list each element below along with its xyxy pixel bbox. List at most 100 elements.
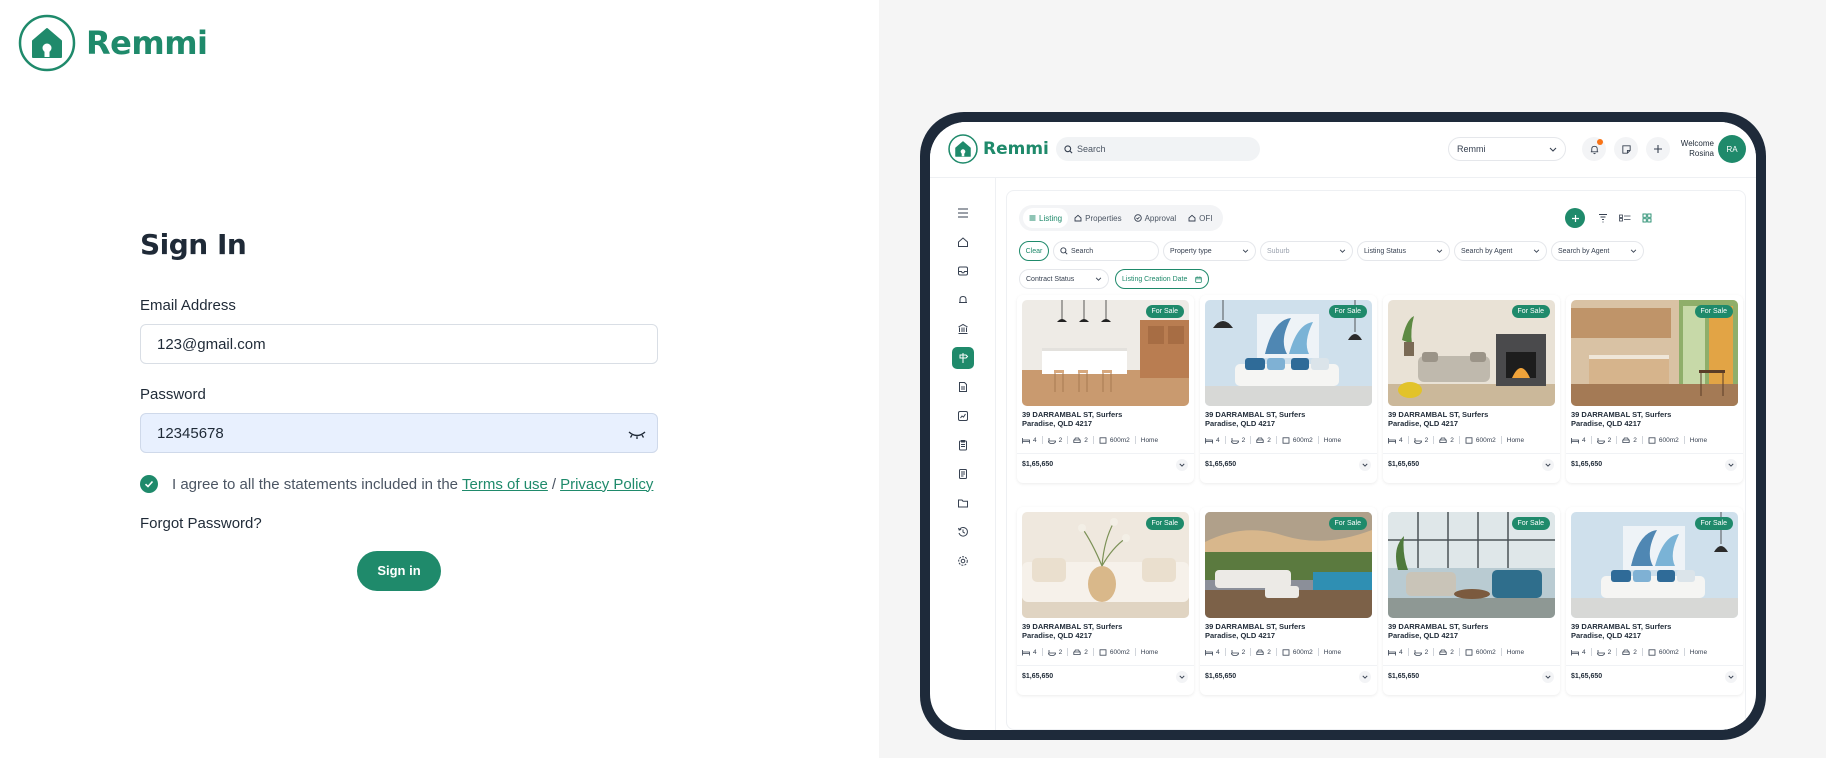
- menu-icon[interactable]: [952, 202, 974, 224]
- document-icon[interactable]: [952, 376, 974, 398]
- tab-ofi[interactable]: OFI: [1182, 208, 1218, 228]
- listing-features: 4 2 2 600m2 Home: [1571, 648, 1712, 656]
- bath-icon: [1047, 649, 1056, 656]
- suburb-select[interactable]: Suburb: [1260, 241, 1353, 261]
- listing-card[interactable]: For Sale 39 DARRAMBAL ST, Surfers Paradis…: [1017, 507, 1194, 695]
- listing-address: 39 DARRAMBAL ST, Surfers Paradise, QLD 42…: [1571, 410, 1672, 428]
- listing-status-select[interactable]: Listing Status: [1357, 241, 1450, 261]
- listing-price: $1,65,650: [1571, 673, 1603, 680]
- listing-card[interactable]: For Sale 39 DARRAMBAL ST, Surfers Paradis…: [1200, 295, 1377, 483]
- inbox-icon[interactable]: [952, 260, 974, 282]
- settings-gear-icon[interactable]: [952, 550, 974, 572]
- chevron-down-icon: [1545, 463, 1551, 467]
- tab-properties-label: Properties: [1085, 213, 1122, 223]
- listing-features: 4 2 2 600m2 Home: [1388, 648, 1529, 656]
- invoice-icon[interactable]: [952, 463, 974, 485]
- chevron-down-icon: [1728, 675, 1734, 679]
- listing-features: 4 2 2 600m2 Home: [1571, 436, 1712, 444]
- add-listing-button[interactable]: [1565, 208, 1585, 228]
- list-icon: [1029, 215, 1036, 221]
- device-frame: Remmi Search Remmi Welcome Rosina RA Lis…: [920, 112, 1766, 740]
- clipboard-icon[interactable]: [952, 434, 974, 456]
- bank-icon[interactable]: [952, 318, 974, 340]
- tab-properties[interactable]: Properties: [1068, 208, 1127, 228]
- listing-address: 39 DARRAMBAL ST, Surfers Paradise, QLD 42…: [1571, 622, 1672, 640]
- creation-date-picker[interactable]: Listing Creation Date: [1115, 269, 1209, 289]
- area-icon: [1282, 436, 1290, 444]
- avatar[interactable]: RA: [1718, 135, 1746, 163]
- bell-icon[interactable]: [952, 289, 974, 311]
- area-icon: [1099, 648, 1107, 656]
- expand-card-button[interactable]: [1176, 671, 1188, 683]
- expand-card-button[interactable]: [1542, 671, 1554, 683]
- expand-card-button[interactable]: [1359, 671, 1371, 683]
- app-search-input[interactable]: Search: [1056, 137, 1260, 161]
- car-icon: [1073, 437, 1081, 443]
- email-field[interactable]: 123@gmail.com: [140, 324, 658, 364]
- agent-select-1[interactable]: Search by Agent: [1454, 241, 1547, 261]
- property-type-select[interactable]: Property type: [1163, 241, 1256, 261]
- blue-living-photo: For Sale: [1571, 512, 1738, 618]
- listing-status-label: Listing Status: [1364, 247, 1407, 255]
- folder-icon[interactable]: [952, 492, 974, 514]
- listing-tabs: Listing Properties Approval OFI: [1019, 205, 1223, 231]
- eye-closed-icon[interactable]: [627, 426, 647, 442]
- list-view-button[interactable]: [1615, 208, 1635, 228]
- notifications-button[interactable]: [1582, 137, 1606, 161]
- agree-checkbox[interactable]: [140, 475, 158, 493]
- listing-card[interactable]: For Sale 39 DARRAMBAL ST, Surfers Paradis…: [1566, 507, 1743, 695]
- add-button[interactable]: [1646, 137, 1670, 161]
- history-icon[interactable]: [952, 521, 974, 543]
- chevron-down-icon: [1179, 463, 1185, 467]
- expand-card-button[interactable]: [1542, 459, 1554, 471]
- listing-price: $1,65,650: [1571, 461, 1603, 468]
- filter-tool-button[interactable]: [1593, 208, 1613, 228]
- listing-card[interactable]: For Sale 39 DARRAMBAL ST, Surfers Paradis…: [1017, 295, 1194, 483]
- contract-status-select[interactable]: Contract Status: [1019, 269, 1109, 289]
- terms-link[interactable]: Terms of use: [462, 476, 548, 493]
- forgot-password-link[interactable]: Forgot Password?: [140, 515, 262, 532]
- listing-card[interactable]: For Sale 39 DARRAMBAL ST, Surfers Paradis…: [1383, 507, 1560, 695]
- org-select[interactable]: Remmi: [1448, 137, 1566, 161]
- agent-select-1-label: Search by Agent: [1461, 247, 1513, 255]
- tab-approval[interactable]: Approval: [1128, 208, 1183, 228]
- chevron-down-icon: [1339, 249, 1346, 253]
- app-logo: Remmi: [948, 134, 1049, 164]
- expand-card-button[interactable]: [1359, 459, 1371, 471]
- signpost-icon[interactable]: [952, 347, 974, 369]
- app-brand-name: Remmi: [983, 139, 1049, 159]
- privacy-link[interactable]: Privacy Policy: [560, 476, 653, 493]
- area-icon: [1648, 436, 1656, 444]
- listing-card[interactable]: For Sale 39 DARRAMBAL ST, Surfers Paradis…: [1200, 507, 1377, 695]
- listing-address: 39 DARRAMBAL ST, Surfers Paradise, QLD 42…: [1022, 622, 1123, 640]
- bed-icon: [1022, 649, 1030, 655]
- chart-report-icon[interactable]: [952, 405, 974, 427]
- user-name: Rosina: [1689, 149, 1714, 158]
- password-field[interactable]: 12345678: [140, 413, 658, 453]
- listing-content: Listing Properties Approval OFI Clear Se…: [1006, 190, 1746, 730]
- expand-card-button[interactable]: [1725, 671, 1737, 683]
- listing-card[interactable]: For Sale 39 DARRAMBAL ST, Surfers Paradis…: [1383, 295, 1560, 483]
- expand-card-button[interactable]: [1725, 459, 1737, 471]
- clear-filters-button[interactable]: Clear: [1019, 241, 1049, 261]
- bell-icon: [1590, 145, 1598, 154]
- listing-price: $1,65,650: [1022, 673, 1054, 680]
- agent-select-2[interactable]: Search by Agent: [1551, 241, 1644, 261]
- signin-button[interactable]: Sign in: [357, 551, 441, 591]
- expand-card-button[interactable]: [1176, 459, 1188, 471]
- home-icon[interactable]: [952, 231, 974, 253]
- email-label: Email Address: [140, 297, 236, 314]
- price-row: $1,65,650: [1383, 665, 1560, 687]
- sunroom-photo: For Sale: [1388, 512, 1555, 618]
- tab-listing[interactable]: Listing: [1023, 208, 1069, 228]
- tab-ofi-label: OFI: [1199, 213, 1213, 223]
- listing-card[interactable]: For Sale 39 DARRAMBAL ST, Surfers Paradis…: [1566, 295, 1743, 483]
- filter-search-input[interactable]: Search: [1053, 241, 1159, 261]
- listing-price: $1,65,650: [1388, 673, 1420, 680]
- house-logo-icon: [948, 134, 978, 164]
- listing-address: 39 DARRAMBAL ST, Surfers Paradise, QLD 42…: [1388, 622, 1489, 640]
- for-sale-badge: For Sale: [1145, 517, 1184, 530]
- grid-view-button[interactable]: [1637, 208, 1657, 228]
- notes-button[interactable]: [1614, 137, 1638, 161]
- links-separator: /: [551, 475, 557, 493]
